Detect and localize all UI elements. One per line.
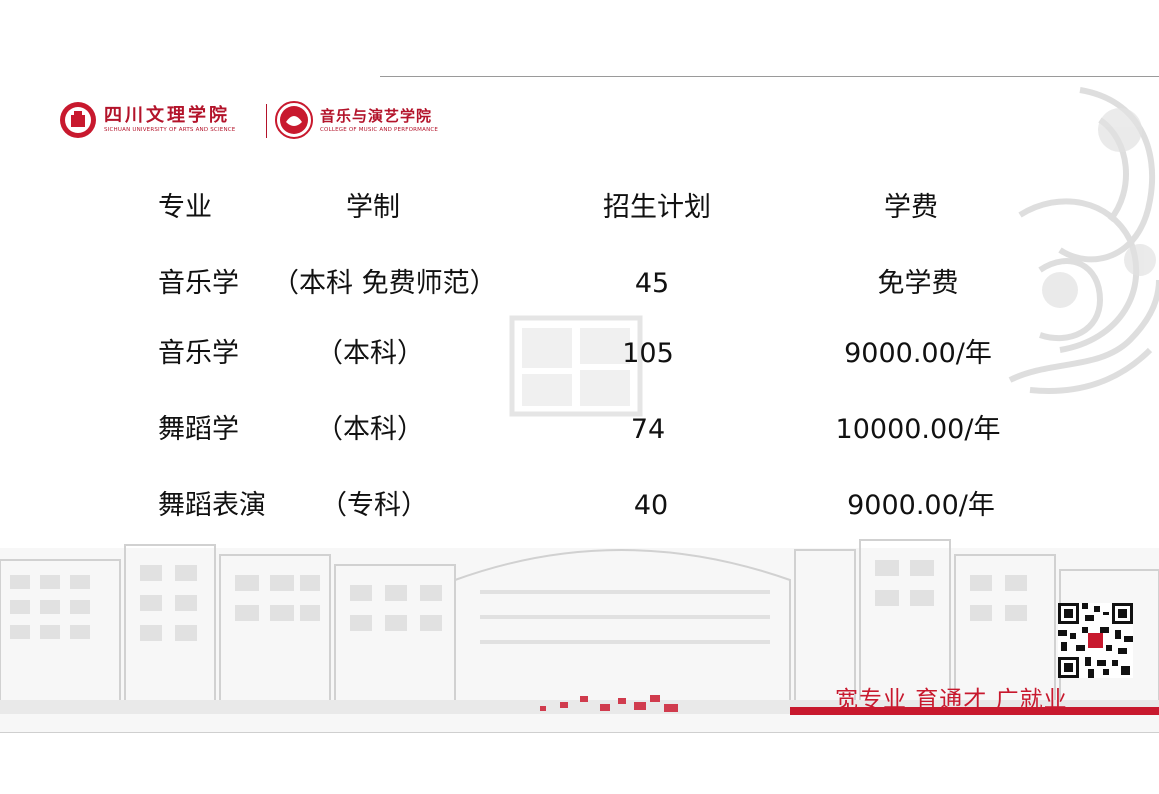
slogan-text: 宽专业 育通才 广就业: [835, 687, 1068, 713]
table-cell-fee: 10000.00/年: [835, 414, 1001, 445]
top-divider-line: [380, 76, 1159, 77]
university-name-cn: 四川文理学院: [104, 105, 230, 126]
header-plan: 招生计划: [603, 192, 711, 223]
slide: 四川文理学院 SICHUAN UNIVERSITY OF ARTS AND SC…: [0, 0, 1159, 794]
table-cell-plan: 74: [630, 414, 666, 445]
table-cell-system: （专科）: [320, 490, 428, 521]
college-logo: 音乐与演艺学院 COLLEGE OF MUSIC AND PERFORMANCE: [274, 100, 438, 140]
table-cell-plan: 40: [633, 490, 669, 521]
logo-divider: [266, 104, 267, 138]
college-name-cn: 音乐与演艺学院: [320, 107, 433, 125]
header-major: 专业: [158, 192, 212, 223]
header-system: 学制: [346, 192, 400, 223]
table-cell-fee: 免学费: [877, 268, 959, 299]
college-seal-icon: [275, 101, 313, 139]
table-cell-system: （本科）: [316, 414, 424, 445]
table-cell-major: 音乐学: [158, 338, 239, 369]
table-cell-plan: 45: [634, 268, 670, 299]
university-name-en: SICHUAN UNIVERSITY OF ARTS AND SCIENCE: [104, 127, 236, 133]
table-cell-major: 舞蹈学: [158, 414, 239, 445]
table-cell-system: （本科 免费师范）: [272, 268, 497, 299]
university-seal-icon: [60, 102, 96, 138]
university-logo: 四川文理学院 SICHUAN UNIVERSITY OF ARTS AND SC…: [58, 100, 235, 140]
table-cell-plan: 105: [622, 338, 674, 369]
table-cell-fee: 9000.00/年: [847, 490, 995, 521]
bottom-divider-line: [0, 732, 1159, 733]
college-name-en: COLLEGE OF MUSIC AND PERFORMANCE: [320, 127, 439, 133]
table-cell-major: 舞蹈表演: [158, 490, 266, 521]
qr-code-icon: [1058, 603, 1133, 678]
table-cell-fee: 9000.00/年: [844, 338, 992, 369]
header-fee: 学费: [884, 192, 938, 223]
table-cell-system: （本科）: [316, 338, 424, 369]
table-cell-major: 音乐学: [158, 268, 239, 299]
